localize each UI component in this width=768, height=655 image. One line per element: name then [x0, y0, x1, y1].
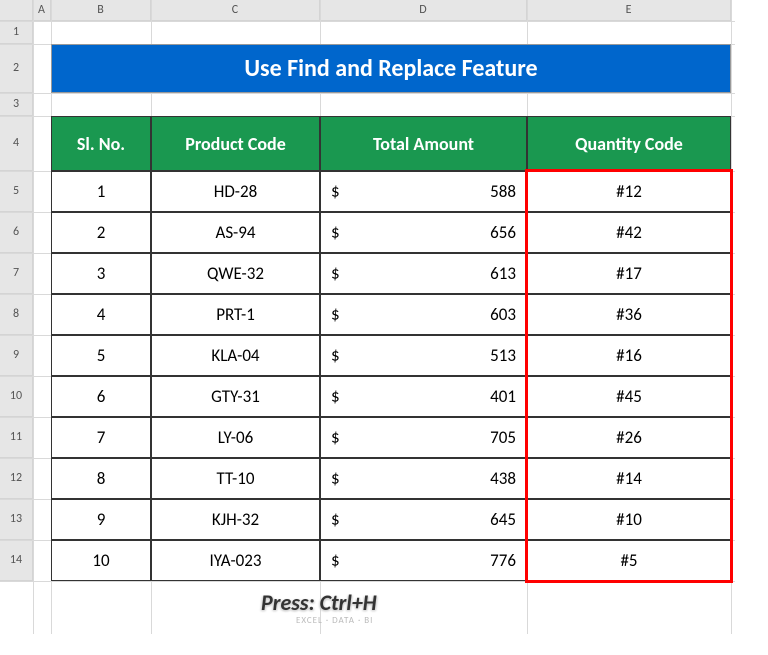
cell-qty[interactable]: #14 [527, 458, 731, 499]
cell-qty[interactable]: #45 [527, 376, 731, 417]
cell-sl[interactable]: 1 [51, 171, 151, 212]
cell-qty[interactable]: #10 [527, 499, 731, 540]
row-header[interactable]: 7 [0, 253, 33, 294]
col-header[interactable]: D [320, 0, 527, 21]
press-label: Press: Ctrl+H [261, 589, 377, 616]
cell-code[interactable]: TT-10 [151, 458, 320, 499]
cell-qty[interactable]: #17 [527, 253, 731, 294]
cell-amount[interactable]: $603 [320, 294, 527, 335]
row-header[interactable]: 9 [0, 335, 33, 376]
cell-amount[interactable]: $645 [320, 499, 527, 540]
cell-sl[interactable]: 7 [51, 417, 151, 458]
cell-amount[interactable]: $776 [320, 540, 527, 581]
cell-sl[interactable]: 2 [51, 212, 151, 253]
row-header[interactable]: 1 [0, 21, 33, 44]
cell-code[interactable]: HD-28 [151, 171, 320, 212]
watermark-text: EXCEL · DATA · BI [296, 615, 373, 626]
cell-sl[interactable]: 4 [51, 294, 151, 335]
cell-qty[interactable]: #5 [527, 540, 731, 581]
row-header[interactable]: 12 [0, 458, 33, 499]
watermark: EXCEL · DATA · BI [296, 615, 373, 626]
row-header[interactable]: 13 [0, 499, 33, 540]
row-header[interactable]: 11 [0, 417, 33, 458]
cell-amount[interactable]: $513 [320, 335, 527, 376]
cell-amount[interactable]: $588 [320, 171, 527, 212]
row-header[interactable]: 4 [0, 116, 33, 171]
cell-amount[interactable]: $613 [320, 253, 527, 294]
cell-qty[interactable]: #26 [527, 417, 731, 458]
cell-code[interactable]: LY-06 [151, 417, 320, 458]
cell-code[interactable]: AS-94 [151, 212, 320, 253]
press-text: Press: Ctrl+H [261, 589, 377, 616]
cell-code[interactable]: GTY-31 [151, 376, 320, 417]
cell-code[interactable]: IYA-023 [151, 540, 320, 581]
table-header[interactable]: Quantity Code [527, 116, 731, 171]
cell-qty[interactable]: #12 [527, 171, 731, 212]
row-header[interactable]: 3 [0, 93, 33, 116]
cell-amount[interactable]: $656 [320, 212, 527, 253]
cell-sl[interactable]: 6 [51, 376, 151, 417]
cell-code[interactable]: QWE-32 [151, 253, 320, 294]
cell-sl[interactable]: 9 [51, 499, 151, 540]
col-header[interactable]: A [33, 0, 51, 21]
row-header[interactable]: 8 [0, 294, 33, 335]
row-header[interactable]: 10 [0, 376, 33, 417]
table-header[interactable]: Total Amount [320, 116, 527, 171]
row-header[interactable]: 5 [0, 171, 33, 212]
cell-qty[interactable]: #36 [527, 294, 731, 335]
cell-sl[interactable]: 3 [51, 253, 151, 294]
title-text: Use Find and Replace Feature [244, 54, 537, 83]
corner-header [0, 0, 33, 21]
cell-sl[interactable]: 5 [51, 335, 151, 376]
table-header[interactable]: Product Code [151, 116, 320, 171]
row-header[interactable]: 14 [0, 540, 33, 581]
cell-sl[interactable]: 10 [51, 540, 151, 581]
col-header[interactable]: B [51, 0, 151, 21]
cell-code[interactable]: PRT-1 [151, 294, 320, 335]
cell-code[interactable]: KLA-04 [151, 335, 320, 376]
cell-qty[interactable]: #16 [527, 335, 731, 376]
row-header[interactable]: 6 [0, 212, 33, 253]
cell-amount[interactable]: $705 [320, 417, 527, 458]
cell-code[interactable]: KJH-32 [151, 499, 320, 540]
col-header[interactable]: C [151, 0, 320, 21]
cell-amount[interactable]: $438 [320, 458, 527, 499]
row-header[interactable]: 2 [0, 44, 33, 93]
table-header[interactable]: Sl. No. [51, 116, 151, 171]
cell-qty[interactable]: #42 [527, 212, 731, 253]
cell-sl[interactable]: 8 [51, 458, 151, 499]
page-title: Use Find and Replace Feature [51, 44, 731, 93]
cell-amount[interactable]: $401 [320, 376, 527, 417]
col-header[interactable]: E [527, 0, 731, 21]
